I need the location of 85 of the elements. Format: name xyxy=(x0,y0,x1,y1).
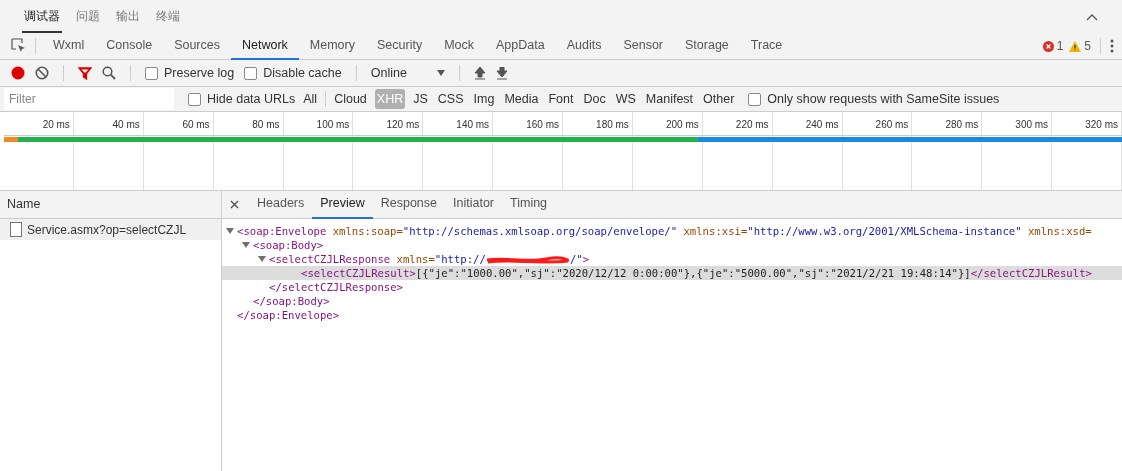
timeline-tick: 140 ms xyxy=(456,118,491,130)
warning-count: 5 xyxy=(1084,38,1091,55)
timeline-tick: 60 ms xyxy=(182,118,211,130)
disclosure-triangle-icon[interactable] xyxy=(258,255,266,263)
resource-type-filter[interactable]: Img xyxy=(471,89,497,109)
timeline-tick: 180 ms xyxy=(596,118,630,130)
devtools-tab[interactable]: Sensor xyxy=(612,32,675,60)
filter-icon[interactable] xyxy=(78,66,92,80)
timeline-tick: 40 ms xyxy=(112,118,141,130)
resource-type-filter[interactable]: All xyxy=(301,89,320,109)
xml-line: <selectCZJLResponse xmlns="http:// /"> xyxy=(269,252,590,266)
disclosure-triangle-icon[interactable] xyxy=(226,227,234,235)
resource-type-filter[interactable]: Font xyxy=(546,89,576,109)
checkbox-label: Preserve log xyxy=(164,64,235,82)
timeline-tick: 160 ms xyxy=(526,118,560,130)
devtools-tab[interactable]: Audits xyxy=(555,32,613,60)
xml-line: <soap:Body> xyxy=(253,238,324,252)
checkbox[interactable] xyxy=(748,92,762,106)
download-icon[interactable] xyxy=(495,66,508,80)
detail-tab[interactable]: Response xyxy=(372,191,445,219)
devtools-tab[interactable]: Storage xyxy=(674,32,740,60)
panel-tab[interactable]: 输出 xyxy=(114,0,142,33)
collapse-chevron-icon[interactable] xyxy=(1086,12,1098,21)
element-picker-icon[interactable] xyxy=(11,38,27,54)
resource-type-filter[interactable]: Cloud xyxy=(332,89,369,109)
timeline-tick: 260 ms xyxy=(875,118,910,130)
timeline-tick: 80 ms xyxy=(252,118,281,130)
devtools-tab[interactable]: Wxml xyxy=(42,32,96,60)
timeline-tick: 280 ms xyxy=(945,118,980,130)
devtools-tab[interactable]: AppData xyxy=(485,32,556,60)
detail-tab[interactable]: Preview xyxy=(312,191,373,219)
document-icon xyxy=(10,222,22,237)
search-icon[interactable] xyxy=(102,66,116,80)
clear-icon[interactable] xyxy=(35,66,49,80)
timeline-tick: 320 ms xyxy=(1085,118,1119,130)
throttling-dropdown[interactable]: Online xyxy=(370,63,445,83)
devtools-tab[interactable]: Console xyxy=(95,32,164,60)
xml-line: </soap:Body> xyxy=(253,294,330,308)
devtools-tab[interactable]: Security xyxy=(366,32,434,60)
filter-field[interactable]: Filter xyxy=(4,88,174,110)
checkbox-label: Hide data URLs xyxy=(207,90,296,108)
checkbox-label: Disable cache xyxy=(263,64,342,82)
devtools-tab[interactable]: Trace xyxy=(739,32,794,60)
panel-tab[interactable]: 问题 xyxy=(74,0,102,33)
column-header: Name xyxy=(0,191,221,219)
xml-line: </soap:Envelope> xyxy=(237,308,340,322)
more-options-icon[interactable] xyxy=(1110,39,1114,53)
checkbox[interactable] xyxy=(244,66,258,80)
resource-type-filter[interactable]: Media xyxy=(502,89,541,109)
devtools-tab[interactable]: Memory xyxy=(298,32,366,60)
devtools-tab[interactable]: Mock xyxy=(433,32,485,60)
checkbox[interactable] xyxy=(145,66,158,80)
xml-line: <soap:Envelope xmlns:soap="http://schemas.xmlsoap.org/soap/envelope/" xmlns:xsi="http://www.w3.org/2001/XMLSchema-instance" xmlns:xsd= xyxy=(237,224,1092,238)
resource-type-filter[interactable]: Other xyxy=(701,89,737,109)
error-count: 1 xyxy=(1056,38,1064,55)
checkbox[interactable] xyxy=(188,92,201,106)
resource-type-filter[interactable]: JS xyxy=(411,89,430,109)
devtools-tab[interactable]: Sources xyxy=(163,32,231,60)
timeline-tick: 240 ms xyxy=(805,118,840,130)
resource-type-filter[interactable]: Manifest xyxy=(643,89,696,109)
timeline-tick: 100 ms xyxy=(316,118,351,130)
timeline-tick: 120 ms xyxy=(386,118,421,130)
dropdown-caret-icon xyxy=(436,70,445,76)
detail-tab[interactable]: Initiator xyxy=(445,191,502,219)
request-name: Service.asmx?op=selectCZJL xyxy=(27,221,187,239)
record-icon[interactable] xyxy=(11,66,25,80)
timeline-tick: 300 ms xyxy=(1015,118,1050,130)
xml-line: <selectCZJLResult>[{"je":"1000.00","sj":"2020/12/12 0:00:00"},{"je":"5000.00","sj":"2021/2/21 19:48:14"}]</selectCZJLResult> xyxy=(301,266,1092,280)
resource-type-filter[interactable]: WS xyxy=(613,89,638,109)
request-row[interactable]: Service.asmx?op=selectCZJL xyxy=(0,219,221,240)
timeline-tick: 220 ms xyxy=(735,118,770,130)
detail-tab[interactable]: Timing xyxy=(502,191,556,219)
panel-tab[interactable]: 终端 xyxy=(154,0,182,33)
error-icon xyxy=(1042,40,1054,52)
warning-icon xyxy=(1069,40,1082,52)
timeline-tick: 200 ms xyxy=(665,118,700,130)
detail-tab[interactable]: Headers xyxy=(249,191,313,219)
upload-icon[interactable] xyxy=(473,66,486,80)
checkbox-label: Only show requests with SameSite issues xyxy=(767,90,1000,108)
disclosure-triangle-icon[interactable] xyxy=(242,241,250,249)
close-icon[interactable] xyxy=(230,200,239,209)
xml-line: </selectCZJLResponse> xyxy=(269,280,403,294)
resource-type-filter[interactable]: Doc xyxy=(581,89,608,109)
timeline-tick: 20 ms xyxy=(42,118,71,130)
resource-type-filter[interactable]: CSS xyxy=(435,89,466,109)
